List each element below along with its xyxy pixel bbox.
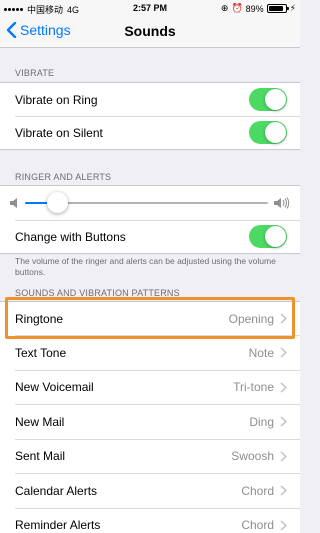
change-with-buttons-row: Change with Buttons (0, 220, 300, 253)
chevron-right-icon (280, 381, 287, 393)
vibrate-on-ring-row: Vibrate on Ring (0, 83, 300, 116)
battery-icon (266, 4, 289, 13)
navigation-bar: Settings Sounds (0, 16, 300, 48)
page-title: Sounds (124, 23, 176, 39)
toggle-knob (265, 226, 286, 247)
section-header-vibrate: VIBRATE (15, 68, 55, 78)
sent-mail-label: Sent Mail (15, 449, 66, 463)
ringer-group: Change with Buttons (0, 185, 300, 254)
speaker-high-icon (274, 197, 290, 209)
change-with-buttons-label: Change with Buttons (15, 229, 126, 244)
slider-thumb[interactable] (46, 192, 68, 213)
reminder-alerts-label: Reminder Alerts (15, 518, 101, 532)
status-bar: 中国移动 4G 2:57 PM ⊕ ⏰ 89% ⚡ (0, 0, 300, 16)
new-mail-label: New Mail (15, 414, 65, 429)
chevron-right-icon (280, 519, 287, 531)
change-with-buttons-toggle[interactable] (249, 225, 287, 248)
volume-slider-row (0, 186, 300, 220)
new-mail-value: Ding (249, 414, 274, 429)
sent-mail-value: Swoosh (231, 449, 274, 463)
new-voicemail-value: Tri-tone (233, 380, 274, 394)
chevron-right-icon (280, 485, 287, 496)
new-voicemail-row[interactable]: New Voicemail Tri-tone (0, 370, 300, 404)
status-right: ⊕ ⏰ 89% ⚡ (221, 3, 296, 14)
vibrate-on-silent-label: Vibrate on Silent (15, 125, 103, 140)
battery-percent: 89% (245, 3, 264, 14)
vibrate-group: Vibrate on Ring Vibrate on Silent (0, 82, 300, 150)
vibrate-on-silent-toggle[interactable] (249, 121, 287, 144)
chevron-right-icon (280, 347, 287, 358)
alarm-icon: ⏰ (231, 3, 243, 13)
calendar-alerts-label: Calendar Alerts (15, 483, 98, 498)
vibrate-on-ring-label: Vibrate on Ring (15, 92, 98, 107)
vibrate-on-ring-toggle[interactable] (249, 88, 287, 111)
calendar-alerts-value: Chord (241, 483, 274, 498)
vibrate-on-silent-row: Vibrate on Silent (0, 116, 300, 149)
speaker-low-icon (10, 198, 17, 208)
new-mail-row[interactable]: New Mail Ding (0, 404, 300, 439)
orientation-lock-icon: ⊕ (220, 3, 229, 13)
reminder-alerts-row[interactable]: Reminder Alerts Chord (0, 508, 300, 533)
text-tone-row[interactable]: Text Tone Note (0, 335, 300, 370)
text-tone-label: Text Tone (15, 345, 67, 360)
toggle-knob (265, 89, 286, 110)
chevron-right-icon (280, 450, 287, 462)
calendar-alerts-row[interactable]: Calendar Alerts Chord (0, 473, 300, 508)
chevron-right-icon (280, 416, 287, 427)
volume-slider[interactable] (25, 192, 268, 214)
section-header-ringer: RINGER AND ALERTS (15, 172, 112, 182)
charging-icon: ⚡ (289, 3, 296, 13)
reminder-alerts-value: Chord (241, 518, 274, 532)
text-tone-value: Note (248, 345, 274, 360)
ringtone-highlight-box (5, 297, 295, 339)
battery-fill (268, 6, 283, 11)
new-voicemail-label: New Voicemail (15, 380, 94, 394)
sent-mail-row[interactable]: Sent Mail Swoosh (0, 439, 300, 473)
ringer-footnote: The volume of the ringer and alerts can … (15, 256, 276, 277)
toggle-knob (265, 122, 286, 143)
